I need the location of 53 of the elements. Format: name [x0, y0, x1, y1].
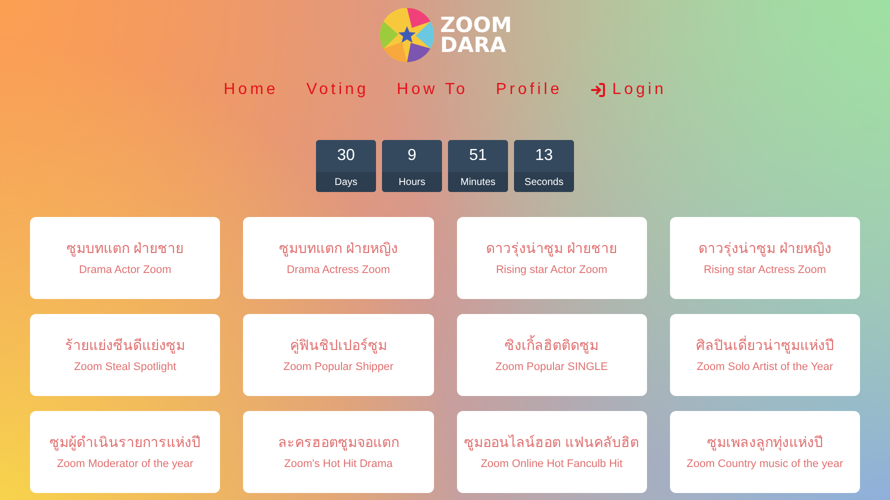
category-subtitle: Zoom Solo Artist of the Year [696, 360, 834, 375]
category-card[interactable]: ดาวรุ่งน่าซูม ฝ่ายชาย Rising star Actor Zoom [456, 217, 647, 299]
nav-link[interactable]: Profile [496, 78, 562, 102]
category-title: ร้ายแย่งซีนดีแย่งซูม [65, 336, 186, 356]
logo-text: ZOOM [440, 15, 512, 35]
category-subtitle: Zoom Moderator of the year [56, 456, 194, 472]
logo-text: DARA [440, 35, 508, 55]
category-card[interactable]: ซูมออนไลน์ฮอต แฟนคลับฮิต Zoom Online Hot Fanculb Hit [456, 411, 647, 493]
category-title: ละครฮอตซูมจอแตก [278, 432, 399, 453]
category-title: ดาวรุ่งน่าซูม ฝ่ายหญิง [698, 238, 832, 259]
category-title: ศิลปินเดี่ยวน่าซูมแห่งปี [696, 334, 834, 356]
category-subtitle: Zoom Steal Spotlight [74, 360, 176, 375]
category-subtitle: Rising star Actress Zoom [704, 262, 826, 278]
category-title: ซูมบทแตก ฝ่ายชาย [66, 238, 184, 259]
category-card[interactable]: ซิงเกิ้ลฮิตติดซูม Zoom Popular SINGLE [456, 314, 647, 396]
category-subtitle: Rising star Actor Zoom [496, 262, 608, 278]
category-subtitle: Drama Actor Zoom [78, 262, 172, 278]
category-title: ซูมออนไลน์ฮอต แฟนคลับฮิต [464, 432, 640, 453]
category-card[interactable]: ซูมบทแตก ฝ่ายชาย Drama Actor Zoom [30, 217, 220, 299]
category-subtitle: Zoom's Hot Hit Drama [284, 456, 393, 472]
countdown-value: 30 [336, 146, 356, 166]
category-subtitle: Zoom Popular Shipper [283, 360, 394, 375]
countdown-unit: Days [316, 172, 376, 192]
category-title: ซูมบทแตก ฝ่ายหญิง [278, 238, 398, 259]
countdown-unit: Hours [382, 172, 442, 192]
category-title: ซิงเกิ้ลฮิตติดซูม [504, 334, 599, 356]
countdown-value: 13 [534, 146, 554, 166]
logo-icon [378, 6, 436, 64]
category-card[interactable]: ซูมผู้ดำเนินรายการแห่งปี Zoom Moderator of the year [30, 411, 220, 493]
category-card[interactable]: ร้ายแย่งซีนดีแย่งซูม Zoom Steal Spotlight [30, 314, 220, 396]
countdown-unit: Minutes [448, 172, 508, 192]
category-subtitle: Zoom Country music of the year [686, 456, 844, 472]
countdown-value: 9 [406, 146, 418, 166]
category-title: คู่ฟินชิปเปอร์ซูม [290, 336, 387, 356]
category-card[interactable]: ละครฮอตซูมจอแตก Zoom's Hot Hit Drama [243, 411, 434, 493]
category-subtitle: Drama Actress Zoom [286, 262, 390, 278]
category-card[interactable]: ดาวรุ่งน่าซูม ฝ่ายหญิง Rising star Actress Zoom [670, 217, 860, 299]
category-title: ดาวรุ่งน่าซูม ฝ่ายชาย [486, 238, 618, 259]
category-card[interactable]: คู่ฟินชิปเปอร์ซูม Zoom Popular Shipper [243, 314, 434, 396]
category-card[interactable]: ซูมเพลงลูกทุ่งแห่งปี Zoom Country music of the year [670, 411, 860, 493]
nav-link[interactable]: Voting [306, 78, 369, 102]
category-title: ซูมเพลงลูกทุ่งแห่งปี [706, 432, 823, 453]
countdown-value: 51 [468, 146, 488, 166]
countdown-unit: Seconds [514, 172, 574, 192]
nav-link[interactable]: How To [396, 78, 468, 102]
category-subtitle: Zoom Online Hot Fanculb Hit [480, 456, 623, 472]
category-subtitle: Zoom Popular SINGLE [495, 360, 608, 375]
login-icon [590, 82, 606, 98]
category-title: ซูมผู้ดำเนินรายการแห่งปี [50, 432, 201, 453]
nav-link[interactable]: Login [590, 78, 666, 102]
nav-link[interactable]: Home [224, 78, 278, 102]
category-card[interactable]: ศิลปินเดี่ยวน่าซูมแห่งปี Zoom Solo Artist of the Year [670, 314, 860, 396]
category-card[interactable]: ซูมบทแตก ฝ่ายหญิง Drama Actress Zoom [243, 217, 434, 299]
